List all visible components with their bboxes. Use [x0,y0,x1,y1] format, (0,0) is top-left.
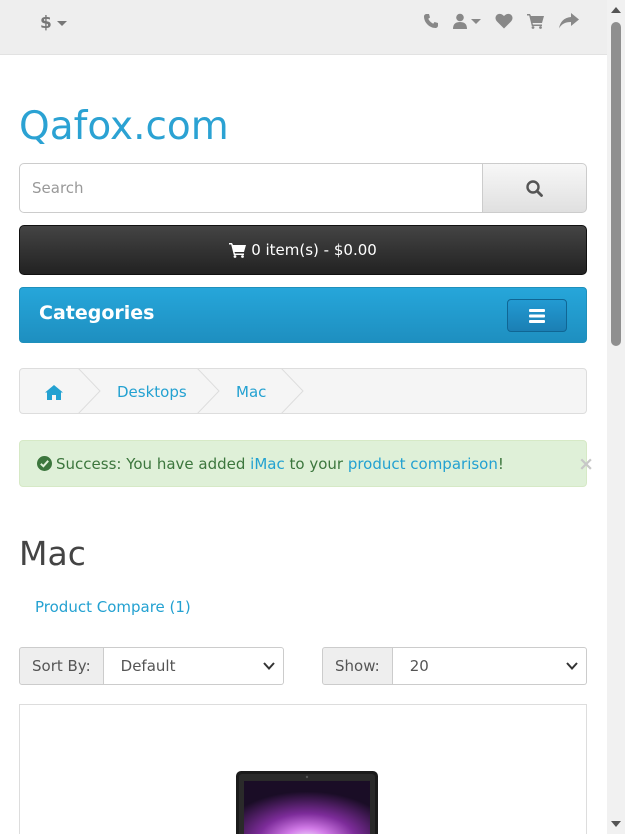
show-select[interactable]: 20 [392,647,587,685]
scroll-up-arrow-icon[interactable] [611,7,621,13]
sort-select[interactable]: Default [103,647,284,685]
hamburger-icon [529,308,545,323]
breadcrumb-separator [281,369,304,413]
currency-symbol: $ [40,13,52,33]
chevron-down-icon [566,662,578,670]
alert-product-link[interactable]: iMac [250,455,285,473]
show-label: Show: [322,647,393,685]
top-links [423,13,579,29]
top-bar: $ [0,0,607,55]
show-value: 20 [409,657,429,675]
page-title: Mac [19,534,86,573]
breadcrumb-item-mac[interactable]: Mac [236,369,266,413]
alert-text-middle: to your [284,454,348,473]
cart-total: 0 item(s) - $0.00 [251,241,377,259]
alert-text-suffix: ! [497,454,504,473]
menu-toggle-button[interactable] [507,299,567,332]
chevron-down-icon [56,20,67,26]
search-input[interactable] [19,163,483,213]
site-logo[interactable]: Qafox.com [19,104,229,149]
user-icon[interactable] [453,13,481,29]
categories-menu: Categories [19,287,587,343]
scrollbar[interactable] [607,0,625,834]
cart-icon[interactable] [527,13,545,29]
sort-value: Default [120,657,176,675]
breadcrumb: Desktops Mac [19,368,587,414]
heart-icon[interactable] [495,13,513,29]
success-alert: Success: You have added iMac to your pro… [19,440,594,487]
scroll-down-arrow-icon[interactable] [611,821,621,827]
chevron-down-icon [471,18,481,24]
breadcrumb-separator [78,369,101,413]
phone-icon[interactable] [423,13,439,29]
alert-comparison-link[interactable]: product comparison [348,455,498,473]
chevron-down-icon [263,662,275,670]
breadcrumb-item-desktops[interactable]: Desktops [117,369,187,413]
categories-label: Categories [39,302,155,324]
currency-dropdown[interactable]: $ [40,13,67,33]
share-icon[interactable] [559,13,579,29]
product-compare-link[interactable]: Product Compare (1) [35,598,191,616]
close-icon[interactable]: × [578,453,594,475]
search-icon [526,179,543,197]
home-icon [45,384,63,400]
cart-icon [229,243,247,258]
alert-text: Success: You have added [56,454,251,473]
search-button[interactable] [483,163,587,213]
search-bar [19,163,587,213]
breadcrumb-home[interactable] [45,369,63,413]
cart-button[interactable]: 0 item(s) - $0.00 [19,225,587,275]
show-control: Show: 20 [322,647,587,685]
product-image[interactable] [236,771,378,834]
sort-control: Sort By: Default [19,647,284,685]
scroll-thumb[interactable] [611,22,621,346]
breadcrumb-separator [197,369,220,413]
sort-label: Sort By: [19,647,104,685]
check-circle-icon [37,456,52,471]
product-card [19,704,587,834]
